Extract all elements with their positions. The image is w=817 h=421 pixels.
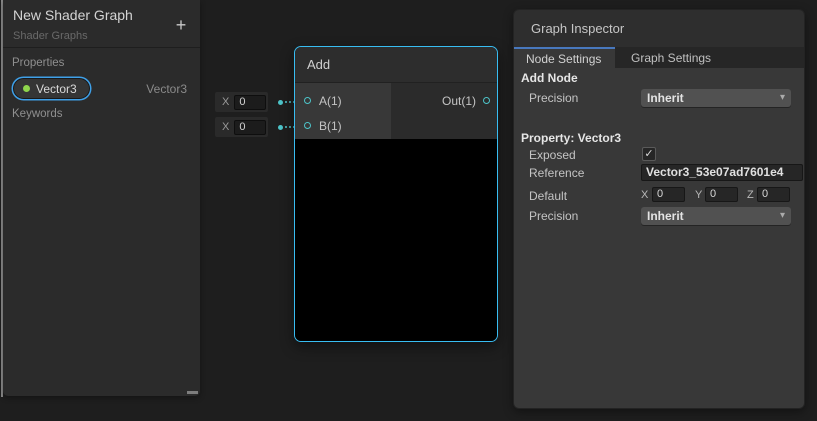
property-dot-icon bbox=[23, 85, 30, 92]
default-y-field[interactable]: 0 bbox=[705, 187, 738, 202]
port-a-icon[interactable] bbox=[304, 97, 311, 104]
edge-dot-a[interactable] bbox=[278, 100, 283, 105]
node-preview bbox=[295, 139, 497, 341]
property-precision-row: Precision Inherit ▾ bbox=[514, 207, 804, 225]
graph-title: New Shader Graph bbox=[13, 7, 133, 23]
dropdown-value: Inherit bbox=[647, 91, 684, 105]
properties-section-label: Properties bbox=[12, 57, 64, 69]
port-out-icon[interactable] bbox=[483, 97, 490, 104]
property-name: Vector3 bbox=[36, 82, 77, 96]
add-node[interactable]: Add A(1) B(1) Out(1) bbox=[294, 46, 498, 342]
node-input-column: A(1) B(1) bbox=[295, 83, 391, 139]
node-title: Add bbox=[307, 57, 330, 72]
reference-label: Reference bbox=[529, 166, 584, 180]
axis-x-label: X bbox=[641, 189, 648, 201]
property-type-label: Vector3 bbox=[146, 82, 187, 96]
dropdown-value: Inherit bbox=[647, 209, 684, 223]
port-a-label: A(1) bbox=[319, 94, 342, 108]
input-b-inline-widget: X 0 bbox=[215, 117, 268, 137]
port-row-a: A(1) bbox=[295, 88, 391, 113]
blackboard-resize-grip[interactable] bbox=[187, 391, 198, 394]
property-precision-dropdown[interactable]: Inherit ▾ bbox=[641, 207, 791, 225]
default-z-field[interactable]: 0 bbox=[757, 187, 790, 202]
graph-subtitle: Shader Graphs bbox=[13, 30, 88, 42]
default-x-field[interactable]: 0 bbox=[652, 187, 685, 202]
node-precision-row: Precision Inherit ▾ bbox=[514, 89, 804, 107]
axis-label: X bbox=[222, 96, 229, 108]
inspector-tabrow: Node Settings Graph Settings bbox=[514, 47, 804, 68]
input-a-inline-widget: X 0 bbox=[215, 92, 268, 112]
default-label: Default bbox=[529, 189, 567, 203]
tab-graph-settings[interactable]: Graph Settings bbox=[615, 47, 804, 68]
exposed-label: Exposed bbox=[529, 148, 576, 162]
axis-z-label: Z bbox=[747, 189, 754, 201]
node-output-column: Out(1) bbox=[391, 83, 497, 139]
graph-inspector-panel: Graph Inspector Node Settings Graph Sett… bbox=[513, 9, 805, 409]
reference-row: Reference Vector3_53e07ad7601e4 bbox=[514, 164, 804, 182]
keywords-section-label: Keywords bbox=[12, 108, 63, 120]
node-precision-dropdown[interactable]: Inherit ▾ bbox=[641, 89, 791, 107]
node-port-section: A(1) B(1) Out(1) bbox=[295, 83, 497, 139]
shader-graph-window: New Shader Graph Shader Graphs + Propert… bbox=[0, 0, 817, 421]
inspector-content: Add Node Precision Inherit ▾ Property: V… bbox=[514, 68, 804, 408]
port-row-b: B(1) bbox=[295, 113, 391, 138]
reference-input[interactable]: Vector3_53e07ad7601e4 bbox=[641, 164, 803, 181]
input-b-value-field[interactable]: 0 bbox=[234, 120, 266, 135]
input-a-value-field[interactable]: 0 bbox=[234, 95, 266, 110]
tab-node-settings[interactable]: Node Settings bbox=[514, 47, 615, 68]
checkmark-icon: ✓ bbox=[644, 148, 653, 160]
port-row-out: Out(1) bbox=[391, 88, 497, 113]
plus-icon: + bbox=[176, 15, 187, 35]
precision-label: Precision bbox=[529, 91, 578, 105]
chevron-down-icon: ▾ bbox=[780, 92, 785, 103]
port-b-icon[interactable] bbox=[304, 122, 311, 129]
property-heading: Property: Vector3 bbox=[521, 131, 621, 145]
edge-dot-b[interactable] bbox=[278, 125, 283, 130]
port-out-label: Out(1) bbox=[442, 94, 476, 108]
exposed-checkbox[interactable]: ✓ bbox=[642, 147, 656, 161]
inspector-title: Graph Inspector bbox=[531, 21, 624, 36]
node-titlebar[interactable]: Add bbox=[295, 47, 497, 83]
axis-label: X bbox=[222, 121, 229, 133]
exposed-row: Exposed ✓ bbox=[514, 146, 804, 164]
precision-label: Precision bbox=[529, 209, 578, 223]
add-property-button[interactable]: + bbox=[171, 14, 191, 36]
add-node-heading: Add Node bbox=[521, 71, 578, 85]
inspector-titlebar[interactable]: Graph Inspector bbox=[514, 10, 804, 47]
port-b-label: B(1) bbox=[319, 119, 342, 133]
axis-y-label: Y bbox=[695, 189, 702, 201]
chevron-down-icon: ▾ bbox=[780, 210, 785, 221]
blackboard-panel: New Shader Graph Shader Graphs + Propert… bbox=[3, 0, 200, 396]
default-row: Default X 0 Y 0 Z 0 bbox=[514, 187, 804, 205]
property-pill-vector3[interactable]: Vector3 bbox=[13, 78, 90, 99]
blackboard-header: New Shader Graph Shader Graphs + bbox=[3, 0, 200, 48]
